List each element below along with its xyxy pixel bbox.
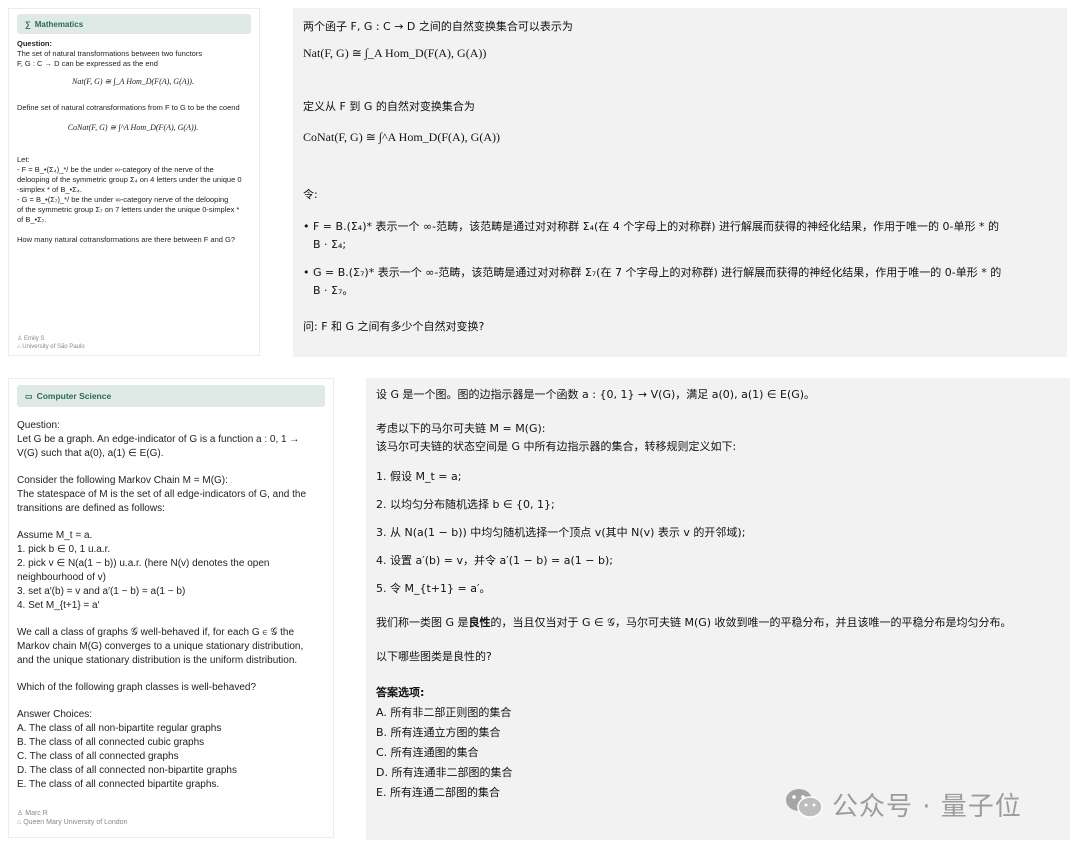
- equation-conat-zh: CoNat(F, G) ≅ ∫^A Hom_D(F(A), G(A)): [303, 130, 500, 144]
- question-line: The statespace of M is the set of all ed…: [17, 489, 307, 500]
- cs-translation-body: 设 G 是一个图。图的边指示器是一个函数 a : {0, 1} → V(G)，满…: [376, 388, 1012, 800]
- translation-line: • G = B.(Σ₇)* 表示一个 ∞-范畴，该范畴是通过对对称群 Σ₇(在 …: [303, 266, 1002, 279]
- step-line: Assume M_t = a.: [17, 530, 93, 541]
- translation-line: 两个函子 F, G : C → D 之间的自然变换集合可以表示为: [303, 20, 573, 33]
- answer-choice: D. 所有连通非二部图的集合: [376, 766, 513, 779]
- math-translation-body: 两个函子 F, G : C → D 之间的自然变换集合可以表示为 Nat(F, …: [303, 20, 1001, 334]
- question-line: V(G) such that a(0), a(1) ∈ E(G).: [17, 448, 164, 459]
- step-line: 4. 设置 a′(b) = v，并令 a′(1 − b) = a(1 − b);: [376, 554, 613, 567]
- cs-author-block: ♙ Marc R ⌂ Queen Mary University of Lond…: [17, 809, 127, 827]
- author-name: Emily S: [24, 336, 45, 342]
- step-line: 3. 从 N(a(1 − b)) 中均匀随机选择一个顶点 v(其中 N(v) 表…: [376, 526, 746, 539]
- question-line: Let:: [17, 155, 30, 164]
- bold-term: 良性: [468, 616, 491, 629]
- choices-label: Answer Choices:: [17, 709, 93, 720]
- question-line: delooping of the symmetric group Σ₄ on 4…: [17, 175, 242, 184]
- question-line: Let G be a graph. An edge-indicator of G…: [17, 434, 300, 445]
- answer-choice: D. The class of all connected non-bipart…: [17, 765, 237, 776]
- math-tag-label: Mathematics: [34, 19, 84, 29]
- translation-line: • F = B.(Σ₄)* 表示一个 ∞-范畴，该范畴是通过对对称群 Σ₄(在 …: [303, 220, 1000, 233]
- translation-line: 该马尔可夫链的状态空间是 G 中所有边指示器的集合，转移规则定义如下:: [376, 440, 737, 453]
- translation-line: B · Σ₄;: [313, 238, 347, 251]
- question-line: -simplex * of B_•Σ₄.: [17, 185, 82, 194]
- translation-line: 设 G 是一个图。图的边指示器是一个函数 a : {0, 1} → V(G)，满…: [376, 388, 816, 401]
- step-line: 2. 以均匀分布随机选择 b ∈ {0, 1};: [376, 498, 555, 511]
- step-line: 3. set a′(b) = v and a′(1 − b) = a(1 − b…: [17, 586, 186, 597]
- answer-choice: B. 所有连通立方图的集合: [376, 726, 501, 739]
- question-line: Markov chain M(G) converges to a unique …: [17, 641, 304, 652]
- person-icon: ♙: [17, 336, 25, 342]
- answer-choice: C. The class of all connected graphs: [17, 751, 179, 762]
- step-line: 1. 假设 M_t = a;: [376, 470, 462, 483]
- question-label: Question:: [17, 39, 52, 48]
- translation-line: 以下哪些图类是良性的?: [376, 650, 492, 663]
- answer-choice: C. 所有连通图的集合: [376, 746, 479, 759]
- person-icon: ♙: [17, 810, 26, 817]
- question-line: How many natural cotransformations are t…: [17, 235, 236, 244]
- step-line: 2. pick v ∈ N(a(1 − b)) u.a.r. (here N(v…: [17, 558, 270, 569]
- question-line: - F = B_•(Σ₄)_*/ be the under ∞-category…: [17, 165, 214, 174]
- step-line: 1. pick b ∈ 0, 1 u.a.r.: [17, 544, 111, 555]
- translation-line: 我们称一类图 G 是良性的，当且仅当对于 G ∈ 𝒢，马尔可夫链 M(G) 收敛…: [376, 616, 1012, 630]
- question-line: - G = B_•(Σ₇)_*/ be the under ∞-category…: [17, 195, 229, 204]
- wechat-icon: [786, 789, 823, 818]
- answer-choice: A. The class of all non-bipartite regula…: [17, 723, 222, 734]
- answer-choice: B. The class of all connected cubic grap…: [17, 737, 205, 748]
- translation-line: B · Σ₇。: [313, 284, 354, 297]
- watermark-text: 公众号 · 量子位: [832, 791, 1022, 822]
- question-line: Which of the following graph classes is …: [17, 682, 257, 693]
- text-segment: 的，当且仅当对于 G ∈ 𝒢，马尔可夫链 M(G) 收敛到唯一的平稳分布，并且该…: [490, 616, 1012, 629]
- math-category-tag: ∑ Mathematics: [17, 14, 251, 34]
- translation-line: 考虑以下的马尔可夫链 M = M(G):: [376, 422, 546, 435]
- question-line: of B_•Σ₇.: [17, 215, 47, 224]
- question-line: We call a class of graphs 𝒢 well-behaved…: [17, 627, 295, 638]
- choices-label: 答案选项:: [376, 686, 425, 699]
- math-author-block: ♙ Emily S ⌂ University of São Paulo: [17, 335, 85, 351]
- cs-translation-panel: 设 G 是一个图。图的边指示器是一个函数 a : {0, 1} → V(G)，满…: [366, 378, 1070, 840]
- equation-nat: Nat(F, G) ≅ ∫_A Hom_D(F(A), G(A)).: [72, 77, 194, 86]
- watermark: 公众号 · 量子位: [784, 780, 1054, 828]
- question-line: transitions are defined as follows:: [17, 503, 165, 514]
- question-line: Consider the following Markov Chain M = …: [17, 475, 228, 486]
- step-line: 4. Set M_{t+1} = a′: [17, 600, 100, 611]
- translation-line: 令:: [303, 188, 318, 201]
- cs-tag-label: Computer Science: [36, 391, 112, 401]
- step-line: neighbourhood of v): [17, 572, 106, 583]
- text-segment: 我们称一类图 G 是: [376, 616, 469, 629]
- math-question-body: Question: The set of natural transformat…: [17, 39, 249, 245]
- question-label: Question:: [17, 420, 60, 431]
- cs-question-card: ▭ Computer Science Question: Let G be a …: [8, 378, 334, 838]
- author-affiliation: University of São Paulo: [22, 344, 85, 350]
- question-line: of the symmetric group Σ₇ on 7 letters u…: [17, 205, 240, 214]
- math-question-card: ∑ Mathematics Question: The set of natur…: [8, 8, 260, 356]
- author-affiliation: Queen Mary University of London: [23, 819, 128, 826]
- equation-conat: CoNat(F, G) ≅ ∫^A Hom_D(F(A), G(A)).: [67, 123, 199, 132]
- question-line: F, G : C → D can be expressed as the end: [17, 59, 158, 68]
- question-line: Define set of natural cotransformations …: [17, 103, 240, 112]
- math-icon: ∑: [25, 19, 31, 29]
- answer-choice: A. 所有非二部正则图的集合: [376, 706, 512, 719]
- translation-line: 定义从 F 到 G 的自然对变换集合为: [303, 100, 475, 113]
- question-line: The set of natural transformations betwe…: [17, 49, 203, 58]
- math-translation-panel: 两个函子 F, G : C → D 之间的自然变换集合可以表示为 Nat(F, …: [293, 8, 1067, 357]
- computer-icon: ▭: [25, 391, 33, 401]
- author-name: Marc R: [25, 810, 48, 817]
- step-line: 5. 令 M_{t+1} = a′。: [376, 582, 491, 595]
- cs-category-tag: ▭ Computer Science: [17, 385, 325, 407]
- question-line: and the unique stationary distribution i…: [17, 655, 298, 666]
- translation-line: 问: F 和 G 之间有多少个自然对变换?: [303, 320, 485, 333]
- equation-nat-zh: Nat(F, G) ≅ ∫_A Hom_D(F(A), G(A)): [303, 46, 487, 60]
- answer-choice: E. The class of all connected bipartite …: [17, 779, 220, 790]
- cs-question-body: Question: Let G be a graph. An edge-indi…: [17, 419, 323, 792]
